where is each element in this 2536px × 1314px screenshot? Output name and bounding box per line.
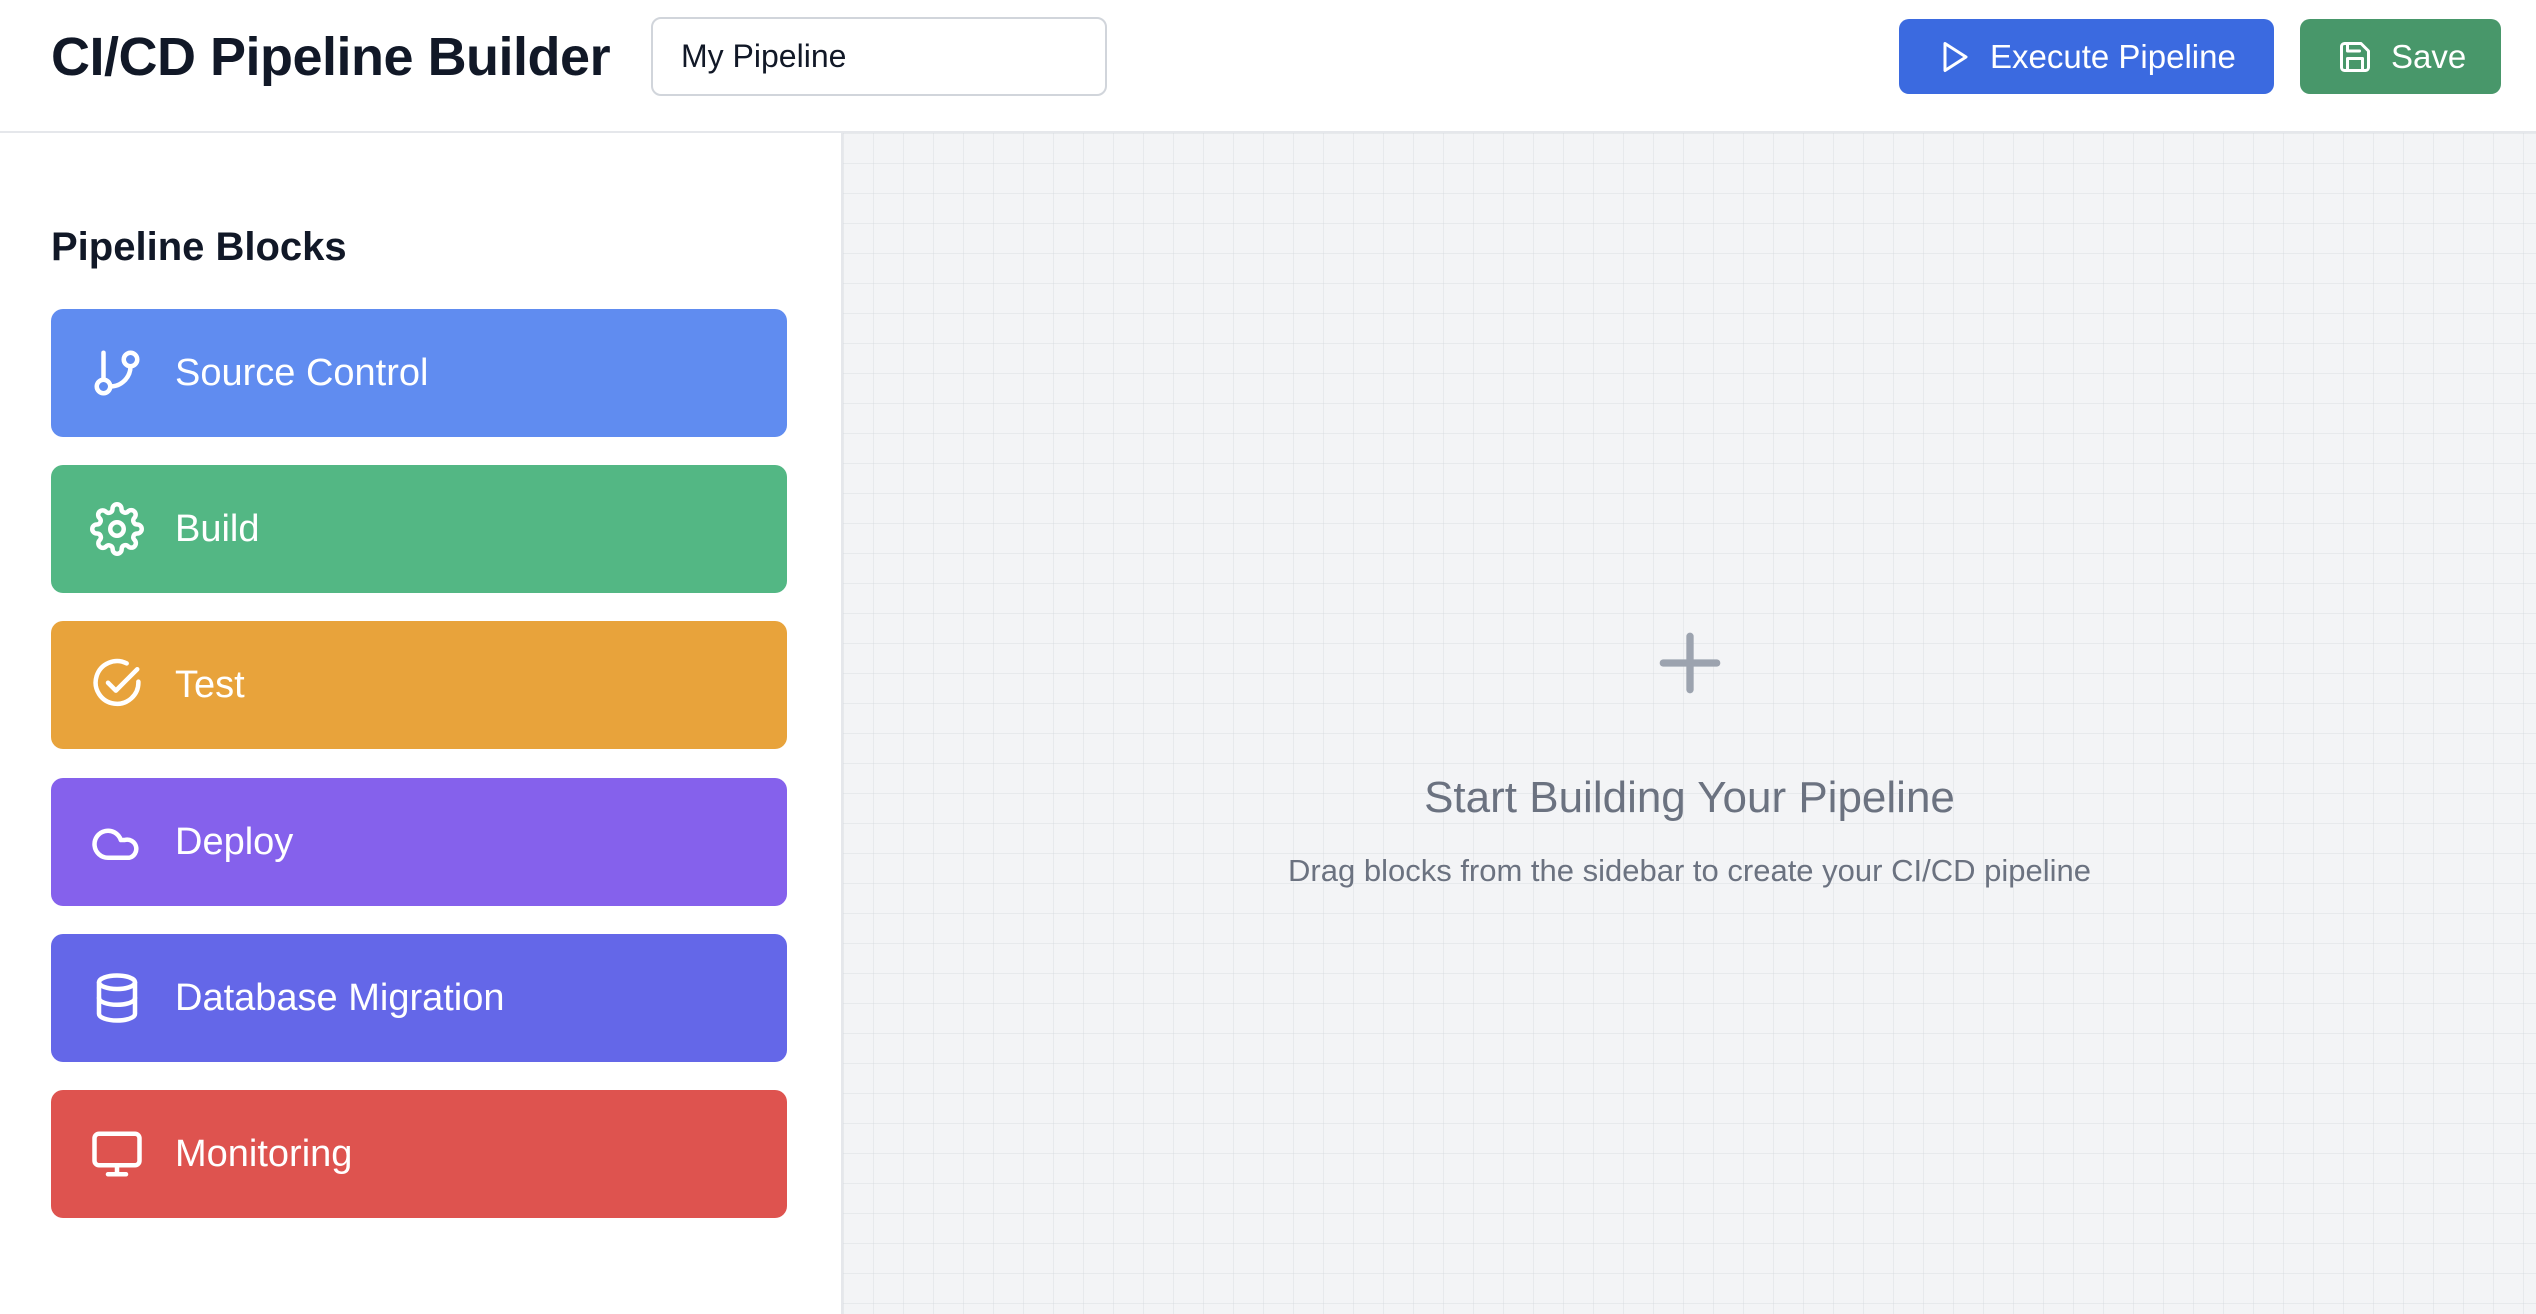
check-circle-icon	[89, 657, 145, 713]
save-label: Save	[2391, 37, 2467, 75]
monitor-icon	[89, 1126, 145, 1182]
block-label: Database Migration	[175, 976, 505, 1019]
play-icon	[1943, 41, 1968, 72]
block-label: Test	[175, 663, 245, 706]
block-label: Monitoring	[175, 1132, 353, 1175]
block-source-control[interactable]: Source Control	[51, 309, 787, 437]
app-title: CI/CD Pipeline Builder	[51, 27, 611, 87]
gear-icon	[89, 501, 145, 557]
save-button[interactable]: Save	[2300, 19, 2501, 94]
plus-icon	[1659, 632, 1720, 694]
top-header: CI/CD Pipeline Builder Execute Pipeline …	[0, 0, 2536, 133]
block-database-migration[interactable]: Database Migration	[51, 934, 787, 1062]
execute-pipeline-label: Execute Pipeline	[1990, 37, 2236, 75]
block-label: Source Control	[175, 351, 429, 394]
block-label: Build	[175, 507, 260, 550]
database-icon	[89, 970, 145, 1026]
empty-state-title: Start Building Your Pipeline	[1424, 773, 1955, 822]
save-icon	[2340, 41, 2370, 72]
block-monitoring[interactable]: Monitoring	[51, 1090, 787, 1218]
pipeline-canvas[interactable]: Start Building Your Pipeline Drag blocks…	[843, 133, 2536, 1314]
git-branch-icon	[89, 345, 145, 401]
cloud-icon	[89, 814, 145, 870]
empty-state-subtitle: Drag blocks from the sidebar to create y…	[1288, 853, 2091, 888]
block-deploy[interactable]: Deploy	[51, 778, 787, 906]
execute-pipeline-button[interactable]: Execute Pipeline	[1899, 19, 2274, 94]
block-label: Deploy	[175, 820, 294, 863]
sidebar-title: Pipeline Blocks	[51, 225, 347, 269]
sidebar: Pipeline Blocks Source Control Build Tes…	[0, 133, 843, 1314]
pipeline-name-input[interactable]	[651, 17, 1107, 96]
block-build[interactable]: Build	[51, 465, 787, 593]
empty-state: Start Building Your Pipeline Drag blocks…	[843, 623, 2536, 889]
block-test[interactable]: Test	[51, 621, 787, 749]
